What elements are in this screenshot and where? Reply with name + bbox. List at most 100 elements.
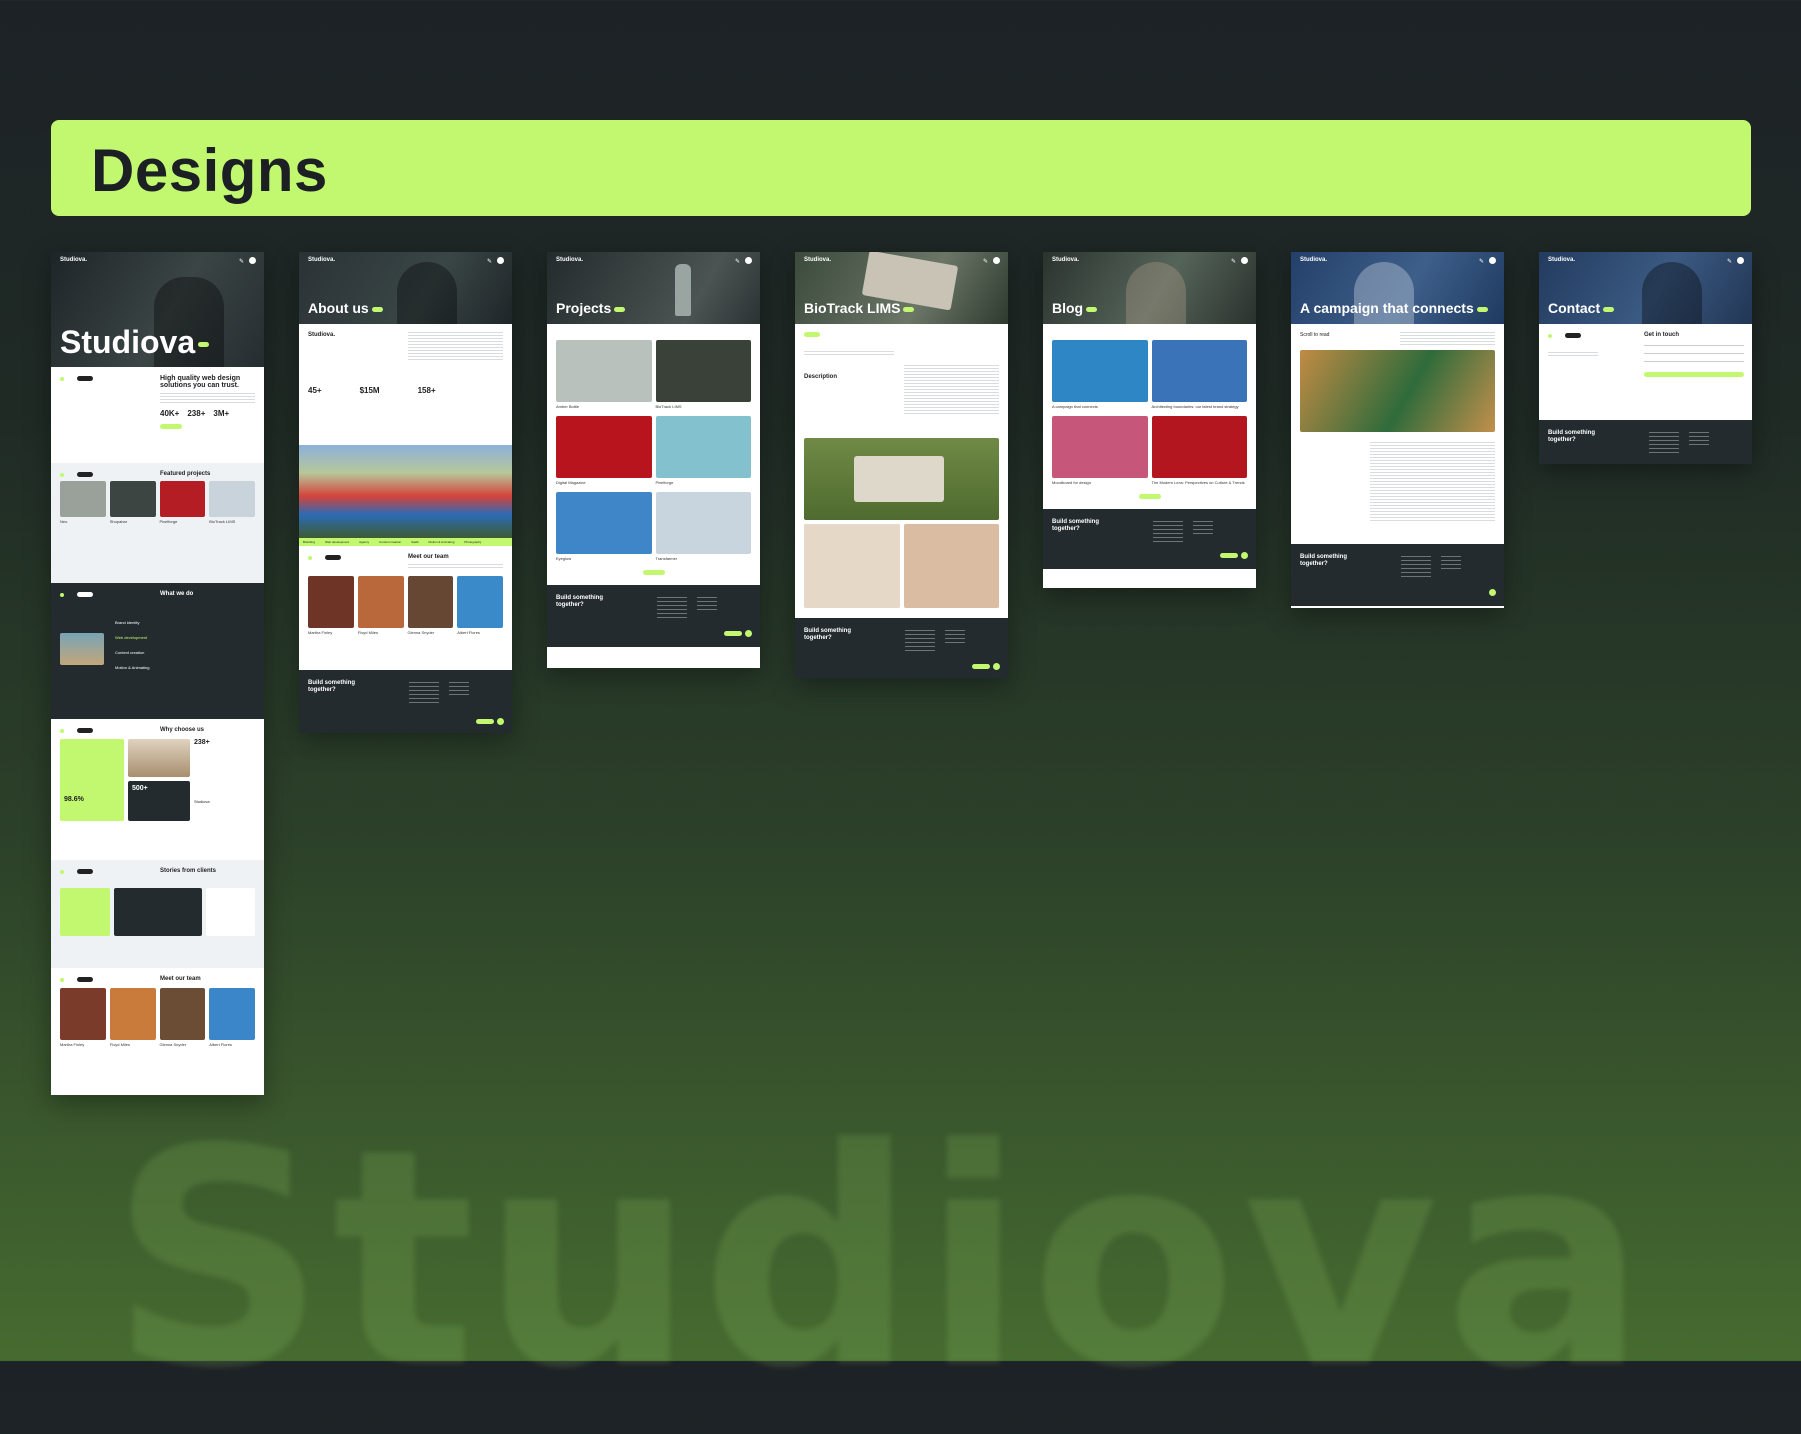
page-contact[interactable]: Studiova. ✎ Contact Get in touch Build s… [1539,252,1752,464]
featured-title: Featured projects [160,471,211,477]
menu-icon[interactable]: ✎ [1727,258,1732,265]
why-choose-us: Why choose us 98.6% 500+ 238+ Studiova [51,719,264,860]
menu-icon[interactable]: ✎ [1231,258,1236,265]
avatar[interactable] [745,257,752,264]
biotrack-image-3 [903,524,999,608]
intro-button[interactable] [160,424,182,429]
about-hero: Studiova. ✎ About us [299,252,512,324]
menu-icon[interactable]: ✎ [239,258,244,265]
menu-icon[interactable]: ✎ [1479,258,1484,265]
team-photo-3[interactable] [407,576,454,628]
why-title: Why choose us [160,727,205,733]
blog-thumb-3[interactable] [1052,416,1148,478]
about-hero-title: About us [308,300,383,316]
logo: Studiova. [60,257,88,263]
project-thumb-4[interactable] [655,416,751,478]
project-thumb-6[interactable] [655,492,751,554]
contact-form-title: Get in touch [1644,332,1679,338]
footer-arrow-icon[interactable] [993,663,1000,670]
featured-label-1: Neo [60,519,68,524]
what-image [60,633,104,665]
avatar[interactable] [1737,257,1744,264]
page-campaign[interactable]: Studiova. ✎ A campaign that connects Scr… [1291,252,1504,608]
avatar[interactable] [497,257,504,264]
home-team-title: Meet our team [160,976,201,982]
contact-hero-title: Contact [1548,300,1615,316]
avatar[interactable] [993,257,1000,264]
featured-label-4: BioTrack LIMS [209,519,236,524]
team-photo-4[interactable] [457,576,503,628]
blog-title-4: The Modern Lens: Perspectives on Culture… [1151,480,1245,485]
email-field[interactable] [1644,353,1744,354]
team-photo-2[interactable] [109,988,156,1040]
load-more-button[interactable] [643,570,665,575]
service-1[interactable]: Brand identity [115,615,255,630]
footer-arrow-icon[interactable] [1489,589,1496,596]
bottle-shape [675,264,691,316]
team-name-4: Albert Flores [209,1042,232,1047]
footer-button[interactable] [476,719,494,724]
story-card-3 [206,888,255,936]
submit-button[interactable] [1644,372,1744,377]
footer-cta: Build something together? [556,595,603,609]
blog-thumb-4[interactable] [1151,416,1247,478]
about-intro: Studiova. 45+ $15M 158+ [299,324,512,445]
blog-thumb-2[interactable] [1151,340,1247,402]
project-thumb-5[interactable] [556,492,652,554]
footer-cta: Build something together? [1300,554,1347,568]
about-stat-2: $15M [359,386,380,395]
load-more-button[interactable] [1139,494,1161,499]
footer-cta: Build something together? [308,680,355,694]
team-photo-1[interactable] [60,988,106,1040]
blog-thumb-1[interactable] [1052,340,1148,402]
featured-thumb-2[interactable] [109,481,156,517]
project-thumb-2[interactable] [655,340,751,402]
footer-button[interactable] [972,664,990,669]
service-4[interactable]: Motion & Animating [115,660,255,675]
footer-button[interactable] [1220,553,1238,558]
logo: Studiova. [804,257,832,263]
footer-arrow-icon[interactable] [745,630,752,637]
page-projects[interactable]: Studiova. ✎ Projects Amber Bottle BioTra… [547,252,760,668]
team-photo-4[interactable] [209,988,255,1040]
menu-icon[interactable]: ✎ [983,258,988,265]
page-blog[interactable]: Studiova. ✎ Blog A campaign that connect… [1043,252,1256,588]
service-3[interactable]: Content creation [115,645,255,660]
featured-thumb-3[interactable] [159,481,206,517]
biotrack-hero-title: BioTrack LIMS [804,300,915,316]
team-photo-1[interactable] [308,576,354,628]
message-field[interactable] [1644,361,1744,362]
portrait-silhouette [1642,262,1702,324]
name-field[interactable] [1644,345,1744,346]
featured-thumb-4[interactable] [209,481,255,517]
footer-button[interactable] [724,631,742,636]
team-photo-2[interactable] [357,576,404,628]
footer-cta: Build something together? [1548,430,1595,444]
what-title: What we do [160,591,194,597]
why-stat-2: 238+ [194,739,210,746]
menu-icon[interactable]: ✎ [735,258,740,265]
biotrack-details: Description [795,324,1008,438]
page-home[interactable]: Studiova. ✎ Studiova High quality web de… [51,252,264,1095]
menu-icon[interactable]: ✎ [487,258,492,265]
featured-thumb-1[interactable] [60,481,106,517]
footer: Build something together? [1291,544,1504,606]
footer: Build something together? [1043,509,1256,569]
page-biotrack[interactable]: Studiova. ✎ BioTrack LIMS Description Bu… [795,252,1008,678]
about-team-title: Meet our team [408,554,449,560]
avatar[interactable] [1489,257,1496,264]
footer-arrow-icon[interactable] [1241,552,1248,559]
why-label: Studiova [194,799,210,804]
page-about[interactable]: Studiova. ✎ About us Studiova. 45+ $15M … [299,252,512,733]
portrait-silhouette [397,262,457,324]
service-2[interactable]: Web development [115,630,255,645]
stat-3: 3M+ [213,409,230,418]
project-thumb-3[interactable] [556,416,652,478]
team-photo-3[interactable] [159,988,206,1040]
avatar[interactable] [1241,257,1248,264]
footer: Build something together? [547,585,760,647]
avatar[interactable] [249,257,256,264]
footer-arrow-icon[interactable] [497,718,504,725]
project-thumb-1[interactable] [556,340,652,402]
blog-title-3: Moodboard for design [1052,480,1091,485]
